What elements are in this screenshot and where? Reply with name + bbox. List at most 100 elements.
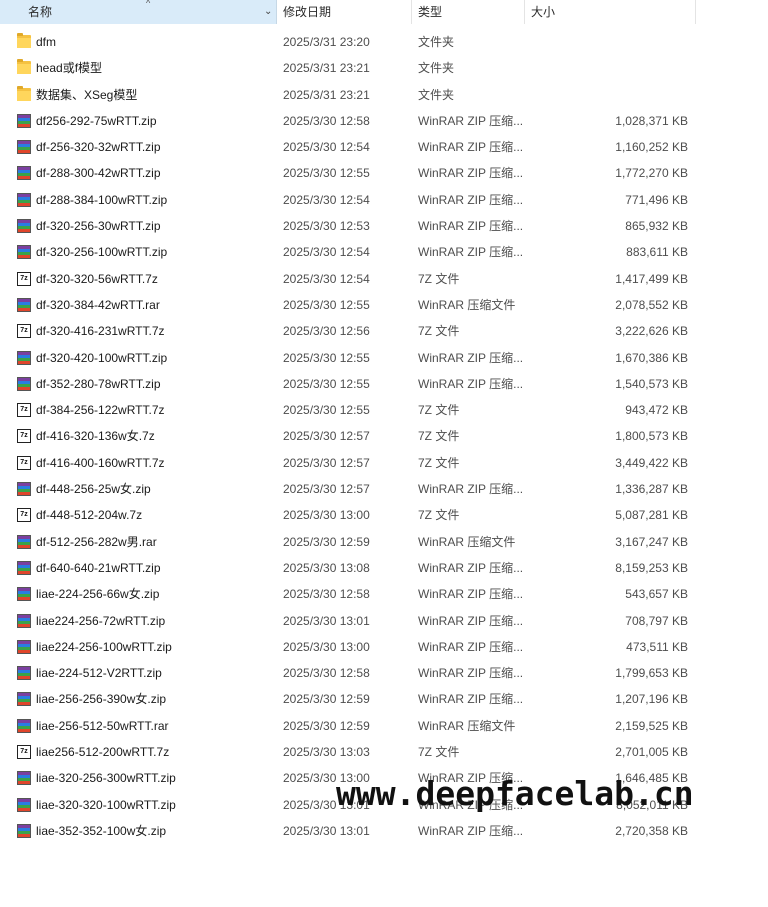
file-row[interactable]: liae-224-512-V2RTT.zip 2025/3/30 12:58 Win… (0, 660, 700, 686)
column-header-type[interactable]: 类型 (412, 0, 525, 24)
file-date: 2025/3/30 12:59 (283, 718, 370, 733)
file-row[interactable]: df-640-640-21wRTT.zip 2025/3/30 13:08 WinR… (0, 555, 700, 581)
file-row[interactable]: 7z df-320-416-231wRTT.7z 2025/3/30 12:56 7Z… (0, 318, 700, 344)
rar-archive-icon (17, 718, 31, 733)
file-row[interactable]: 7z df-448-512-204w.7z 2025/3/30 13:00 7Z 文件… (0, 502, 700, 528)
column-header-name[interactable]: ^ 名称 ⌄ (0, 0, 277, 24)
column-header-size[interactable]: 大小 (525, 0, 696, 24)
file-row[interactable]: df-320-256-100wRTT.zip 2025/3/30 12:54 Win… (0, 239, 700, 265)
file-name: df-320-420-100wRTT.zip (36, 350, 168, 365)
file-row[interactable]: df-288-300-42wRTT.zip 2025/3/30 12:55 WinR… (0, 160, 700, 186)
file-row[interactable]: liae-224-256-66w女.zip 2025/3/30 12:58 WinR… (0, 581, 700, 607)
file-row[interactable]: liae224-256-100wRTT.zip 2025/3/30 13:00 Wi… (0, 634, 700, 660)
file-row[interactable]: df-352-280-78wRTT.zip 2025/3/30 12:55 WinR… (0, 371, 700, 397)
file-size: 1,417,499 KB (615, 271, 688, 286)
file-size: 1,028,371 KB (615, 113, 688, 128)
column-header-date-label: 修改日期 (283, 5, 332, 19)
file-name: df256-292-75wRTT.zip (36, 113, 157, 128)
file-type: 7Z 文件 (418, 745, 460, 760)
file-size: 8,159,253 KB (615, 560, 688, 575)
7z-archive-icon: 7z (17, 403, 31, 418)
file-type: 文件夹 (418, 35, 455, 49)
file-row[interactable]: liae224-256-72wRTT.zip 2025/3/30 13:01 Win… (0, 608, 700, 634)
file-size: 708,797 KB (625, 613, 688, 628)
file-row[interactable]: liae-256-256-390w女.zip 2025/3/30 12:59 Win… (0, 686, 700, 712)
file-type: WinRAR ZIP 压缩... (418, 692, 524, 707)
file-row[interactable]: df-288-384-100wRTT.zip 2025/3/30 12:54 Win… (0, 187, 700, 213)
file-date: 2025/3/30 12:58 (283, 587, 370, 602)
7z-archive-icon: 7z (17, 429, 31, 444)
file-type: WinRAR ZIP 压缩... (418, 113, 524, 128)
file-date: 2025/3/30 12:57 (283, 429, 370, 444)
column-header-date[interactable]: 修改日期 (277, 0, 412, 24)
file-name: df-448-256-25w女.zip (36, 482, 151, 497)
file-row[interactable]: df-256-320-32wRTT.zip 2025/3/30 12:54 WinR… (0, 134, 700, 160)
file-type: WinRAR 压缩文件 (418, 718, 516, 733)
file-date: 2025/3/30 12:54 (283, 245, 370, 260)
file-row[interactable]: df-320-420-100wRTT.zip 2025/3/30 12:55 Win… (0, 345, 700, 371)
file-type: WinRAR ZIP 压缩... (418, 560, 524, 575)
file-date: 2025/3/31 23:21 (283, 87, 370, 102)
file-size: 1,336,287 KB (615, 482, 688, 497)
file-name: dfm (36, 35, 57, 49)
file-size: 3,222,626 KB (615, 324, 688, 339)
file-row[interactable]: 7z df-384-256-122wRTT.7z 2025/3/30 12:55 7Z… (0, 397, 700, 423)
file-name: liae-352-352-100w女.zip (36, 823, 167, 838)
file-type: WinRAR ZIP 压缩... (418, 350, 524, 365)
zip-archive-icon (17, 482, 31, 497)
chevron-down-icon[interactable]: ⌄ (264, 0, 272, 24)
file-type: 7Z 文件 (418, 455, 460, 470)
file-size: 1,800,573 KB (615, 429, 688, 444)
column-header-type-label: 类型 (418, 5, 443, 19)
file-size: 1,799,653 KB (615, 666, 688, 681)
file-type: 文件夹 (418, 61, 455, 76)
file-type: 7Z 文件 (418, 403, 460, 418)
file-row[interactable]: df-320-256-30wRTT.zip 2025/3/30 12:53 WinR… (0, 213, 700, 239)
file-row[interactable]: df-448-256-25w女.zip 2025/3/30 12:57 WinRAR… (0, 476, 700, 502)
file-type: WinRAR ZIP 压缩... (418, 245, 524, 260)
file-row[interactable]: df-512-256-282w男.rar 2025/3/30 12:59 WinRA… (0, 529, 700, 555)
file-row[interactable]: head或f模型 2025/3/31 23:21 文件夹 (0, 55, 700, 81)
7z-archive-icon: 7z (17, 271, 31, 286)
file-name: df-320-256-30wRTT.zip (36, 219, 161, 234)
file-date: 2025/3/30 12:55 (283, 403, 370, 418)
file-row[interactable]: 7z df-416-400-160wRTT.7z 2025/3/30 12:57 7Z… (0, 450, 700, 476)
zip-archive-icon (17, 666, 31, 681)
file-date: 2025/3/31 23:20 (283, 35, 370, 49)
file-date: 2025/3/30 12:55 (283, 376, 370, 391)
file-row[interactable]: df256-292-75wRTT.zip 2025/3/30 12:58 WinRA… (0, 108, 700, 134)
file-name: df-256-320-32wRTT.zip (36, 140, 161, 155)
zip-archive-icon (17, 219, 31, 234)
zip-archive-icon (17, 823, 31, 838)
file-row[interactable]: 7z df-320-320-56wRTT.7z 2025/3/30 12:54 7Z … (0, 266, 700, 292)
file-date: 2025/3/30 12:54 (283, 271, 370, 286)
file-size: 1,207,196 KB (615, 692, 688, 707)
file-type: WinRAR ZIP 压缩... (418, 140, 524, 155)
file-date: 2025/3/30 13:08 (283, 560, 370, 575)
file-name: df-320-416-231wRTT.7z (36, 324, 165, 339)
file-row[interactable]: liae-256-512-50wRTT.rar 2025/3/30 12:59 Wi… (0, 713, 700, 739)
file-row[interactable]: dfm 2025/3/31 23:20 文件夹 (0, 29, 700, 55)
file-row[interactable]: 7z liae256-512-200wRTT.7z 2025/3/30 13:03 7… (0, 739, 700, 765)
file-date: 2025/3/30 13:00 (283, 639, 370, 654)
file-row[interactable]: liae-352-352-100w女.zip 2025/3/30 13:01 Win… (0, 818, 700, 844)
file-name: liae-256-512-50wRTT.rar (36, 718, 169, 733)
zip-archive-icon (17, 560, 31, 575)
file-size: 2,159,525 KB (615, 718, 688, 733)
file-size: 473,511 KB (626, 639, 688, 654)
file-type: WinRAR ZIP 压缩... (418, 219, 524, 234)
file-size: 1,772,270 KB (615, 166, 688, 181)
file-row[interactable]: 7z df-416-320-136w女.7z 2025/3/30 12:57 7Z 文… (0, 423, 700, 449)
folder-icon (17, 59, 31, 75)
file-name: df-640-640-21wRTT.zip (36, 560, 161, 575)
file-size: 883,611 KB (626, 245, 688, 260)
file-date: 2025/3/30 12:59 (283, 534, 370, 549)
zip-archive-icon (17, 350, 31, 365)
zip-archive-icon (17, 245, 31, 260)
file-date: 2025/3/30 12:57 (283, 455, 370, 470)
file-row[interactable]: df-320-384-42wRTT.rar 2025/3/30 12:55 WinR… (0, 292, 700, 318)
file-date: 2025/3/30 12:56 (283, 324, 370, 339)
zip-archive-icon (17, 639, 31, 654)
zip-archive-icon (17, 613, 31, 628)
file-row[interactable]: 数据集、XSeg模型 2025/3/31 23:21 文件夹 (0, 82, 700, 108)
